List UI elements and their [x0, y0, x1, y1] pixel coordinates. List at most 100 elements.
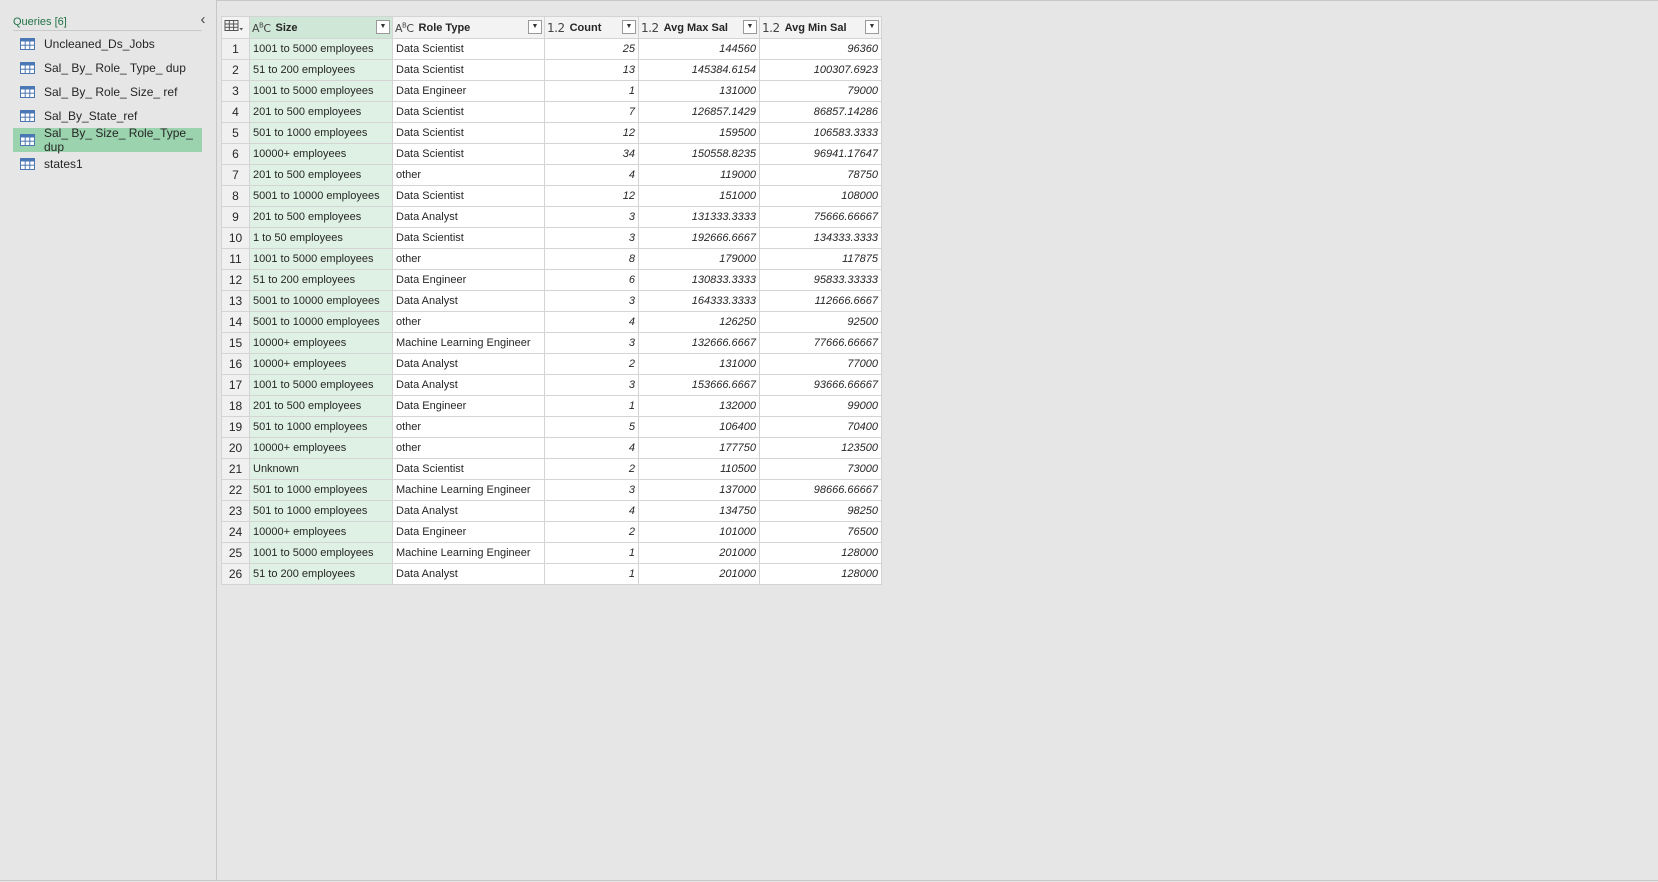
row-number[interactable]: 18: [221, 395, 250, 417]
table-row[interactable]: 23 501 to 1000 employees Data Analyst 4 1347…: [221, 500, 882, 522]
avg-max-sal-cell[interactable]: 131333.3333: [638, 206, 760, 228]
row-number[interactable]: 2: [221, 59, 250, 81]
row-number[interactable]: 17: [221, 374, 250, 396]
size-cell[interactable]: 1001 to 5000 employees: [249, 38, 393, 60]
avg-max-sal-cell[interactable]: 201000: [638, 563, 760, 585]
size-cell[interactable]: 10000+ employees: [249, 353, 393, 375]
table-menu-button[interactable]: [221, 16, 250, 39]
row-number[interactable]: 23: [221, 500, 250, 522]
table-row[interactable]: 6 10000+ employees Data Scientist 34 150558.…: [221, 143, 882, 165]
table-row[interactable]: 10 1 to 50 employees Data Scientist 3 192666…: [221, 227, 882, 249]
query-item[interactable]: Uncleaned_Ds_Jobs: [13, 32, 202, 56]
avg-min-sal-cell[interactable]: 77666.66667: [759, 332, 882, 354]
avg-min-sal-cell[interactable]: 128000: [759, 563, 882, 585]
avg-max-sal-cell[interactable]: 126250: [638, 311, 760, 333]
column-header[interactable]: 1.2 Avg Min Sal ▼: [759, 16, 882, 39]
role-type-cell[interactable]: Data Analyst: [392, 563, 545, 585]
table-row[interactable]: 14 5001 to 10000 employees other 4 126250 925…: [221, 311, 882, 333]
filter-dropdown-icon[interactable]: ▼: [743, 20, 757, 34]
count-cell[interactable]: 4: [544, 311, 639, 333]
count-cell[interactable]: 12: [544, 185, 639, 207]
avg-max-sal-cell[interactable]: 130833.3333: [638, 269, 760, 291]
text-type-icon[interactable]: ABC: [395, 21, 414, 35]
avg-min-sal-cell[interactable]: 93666.66667: [759, 374, 882, 396]
size-cell[interactable]: 10000+ employees: [249, 437, 393, 459]
role-type-cell[interactable]: Data Scientist: [392, 185, 545, 207]
count-cell[interactable]: 12: [544, 122, 639, 144]
role-type-cell[interactable]: Data Scientist: [392, 101, 545, 123]
query-item[interactable]: Sal_By_State_ref: [13, 104, 202, 128]
avg-min-sal-cell[interactable]: 70400: [759, 416, 882, 438]
count-cell[interactable]: 4: [544, 437, 639, 459]
count-cell[interactable]: 34: [544, 143, 639, 165]
avg-max-sal-cell[interactable]: 145384.6154: [638, 59, 760, 81]
avg-min-sal-cell[interactable]: 99000: [759, 395, 882, 417]
avg-min-sal-cell[interactable]: 92500: [759, 311, 882, 333]
table-row[interactable]: 26 51 to 200 employees Data Analyst 1 201000…: [221, 563, 882, 585]
count-cell[interactable]: 6: [544, 269, 639, 291]
table-row[interactable]: 20 10000+ employees other 4 177750 123500: [221, 437, 882, 459]
count-cell[interactable]: 4: [544, 500, 639, 522]
column-header[interactable]: ABC Role Type ▼: [392, 16, 545, 39]
decimal-type-icon[interactable]: 1.2: [547, 21, 565, 35]
avg-max-sal-cell[interactable]: 164333.3333: [638, 290, 760, 312]
pane-divider[interactable]: [216, 0, 217, 880]
size-cell[interactable]: 1001 to 5000 employees: [249, 80, 393, 102]
count-cell[interactable]: 5: [544, 416, 639, 438]
avg-min-sal-cell[interactable]: 98666.66667: [759, 479, 882, 501]
table-row[interactable]: 22 501 to 1000 employees Machine Learning …: [221, 479, 882, 501]
table-row[interactable]: 21 Unknown Data Scientist 2 110500 73000: [221, 458, 882, 480]
role-type-cell[interactable]: other: [392, 311, 545, 333]
avg-max-sal-cell[interactable]: 177750: [638, 437, 760, 459]
role-type-cell[interactable]: Data Engineer: [392, 80, 545, 102]
count-cell[interactable]: 2: [544, 458, 639, 480]
row-number[interactable]: 24: [221, 521, 250, 543]
size-cell[interactable]: 1001 to 5000 employees: [249, 542, 393, 564]
size-cell[interactable]: 1001 to 5000 employees: [249, 248, 393, 270]
avg-max-sal-cell[interactable]: 131000: [638, 353, 760, 375]
avg-min-sal-cell[interactable]: 128000: [759, 542, 882, 564]
avg-max-sal-cell[interactable]: 132000: [638, 395, 760, 417]
avg-max-sal-cell[interactable]: 131000: [638, 80, 760, 102]
row-number[interactable]: 26: [221, 563, 250, 585]
avg-min-sal-cell[interactable]: 96360: [759, 38, 882, 60]
role-type-cell[interactable]: other: [392, 437, 545, 459]
size-cell[interactable]: Unknown: [249, 458, 393, 480]
table-row[interactable]: 1 1001 to 5000 employees Data Scientist 25 1…: [221, 38, 882, 60]
query-item[interactable]: Sal_ By_ Size_ Role_Type_ dup: [13, 126, 202, 154]
size-cell[interactable]: 5001 to 10000 employees: [249, 311, 393, 333]
avg-min-sal-cell[interactable]: 75666.66667: [759, 206, 882, 228]
table-row[interactable]: 5 501 to 1000 employees Data Scientist 12 15…: [221, 122, 882, 144]
avg-min-sal-cell[interactable]: 134333.3333: [759, 227, 882, 249]
size-cell[interactable]: 201 to 500 employees: [249, 164, 393, 186]
avg-min-sal-cell[interactable]: 108000: [759, 185, 882, 207]
collapse-pane-icon[interactable]: ‹: [196, 12, 210, 28]
role-type-cell[interactable]: Data Engineer: [392, 269, 545, 291]
row-number[interactable]: 19: [221, 416, 250, 438]
size-cell[interactable]: 1001 to 5000 employees: [249, 374, 393, 396]
avg-max-sal-cell[interactable]: 144560: [638, 38, 760, 60]
row-number[interactable]: 7: [221, 164, 250, 186]
table-row[interactable]: 24 10000+ employees Data Engineer 2 101000 76…: [221, 521, 882, 543]
avg-max-sal-cell[interactable]: 151000: [638, 185, 760, 207]
table-row[interactable]: 9 201 to 500 employees Data Analyst 3 131333…: [221, 206, 882, 228]
count-cell[interactable]: 25: [544, 38, 639, 60]
avg-min-sal-cell[interactable]: 78750: [759, 164, 882, 186]
role-type-cell[interactable]: Data Analyst: [392, 374, 545, 396]
decimal-type-icon[interactable]: 1.2: [641, 21, 659, 35]
count-cell[interactable]: 3: [544, 290, 639, 312]
avg-min-sal-cell[interactable]: 117875: [759, 248, 882, 270]
size-cell[interactable]: 501 to 1000 employees: [249, 416, 393, 438]
filter-dropdown-icon[interactable]: ▼: [865, 20, 879, 34]
avg-min-sal-cell[interactable]: 106583.3333: [759, 122, 882, 144]
decimal-type-icon[interactable]: 1.2: [762, 21, 780, 35]
table-row[interactable]: 8 5001 to 10000 employees Data Scientist 12…: [221, 185, 882, 207]
size-cell[interactable]: 10000+ employees: [249, 143, 393, 165]
count-cell[interactable]: 1: [544, 542, 639, 564]
count-cell[interactable]: 3: [544, 227, 639, 249]
role-type-cell[interactable]: other: [392, 416, 545, 438]
row-number[interactable]: 5: [221, 122, 250, 144]
row-number[interactable]: 22: [221, 479, 250, 501]
avg-min-sal-cell[interactable]: 95833.33333: [759, 269, 882, 291]
role-type-cell[interactable]: Data Engineer: [392, 521, 545, 543]
